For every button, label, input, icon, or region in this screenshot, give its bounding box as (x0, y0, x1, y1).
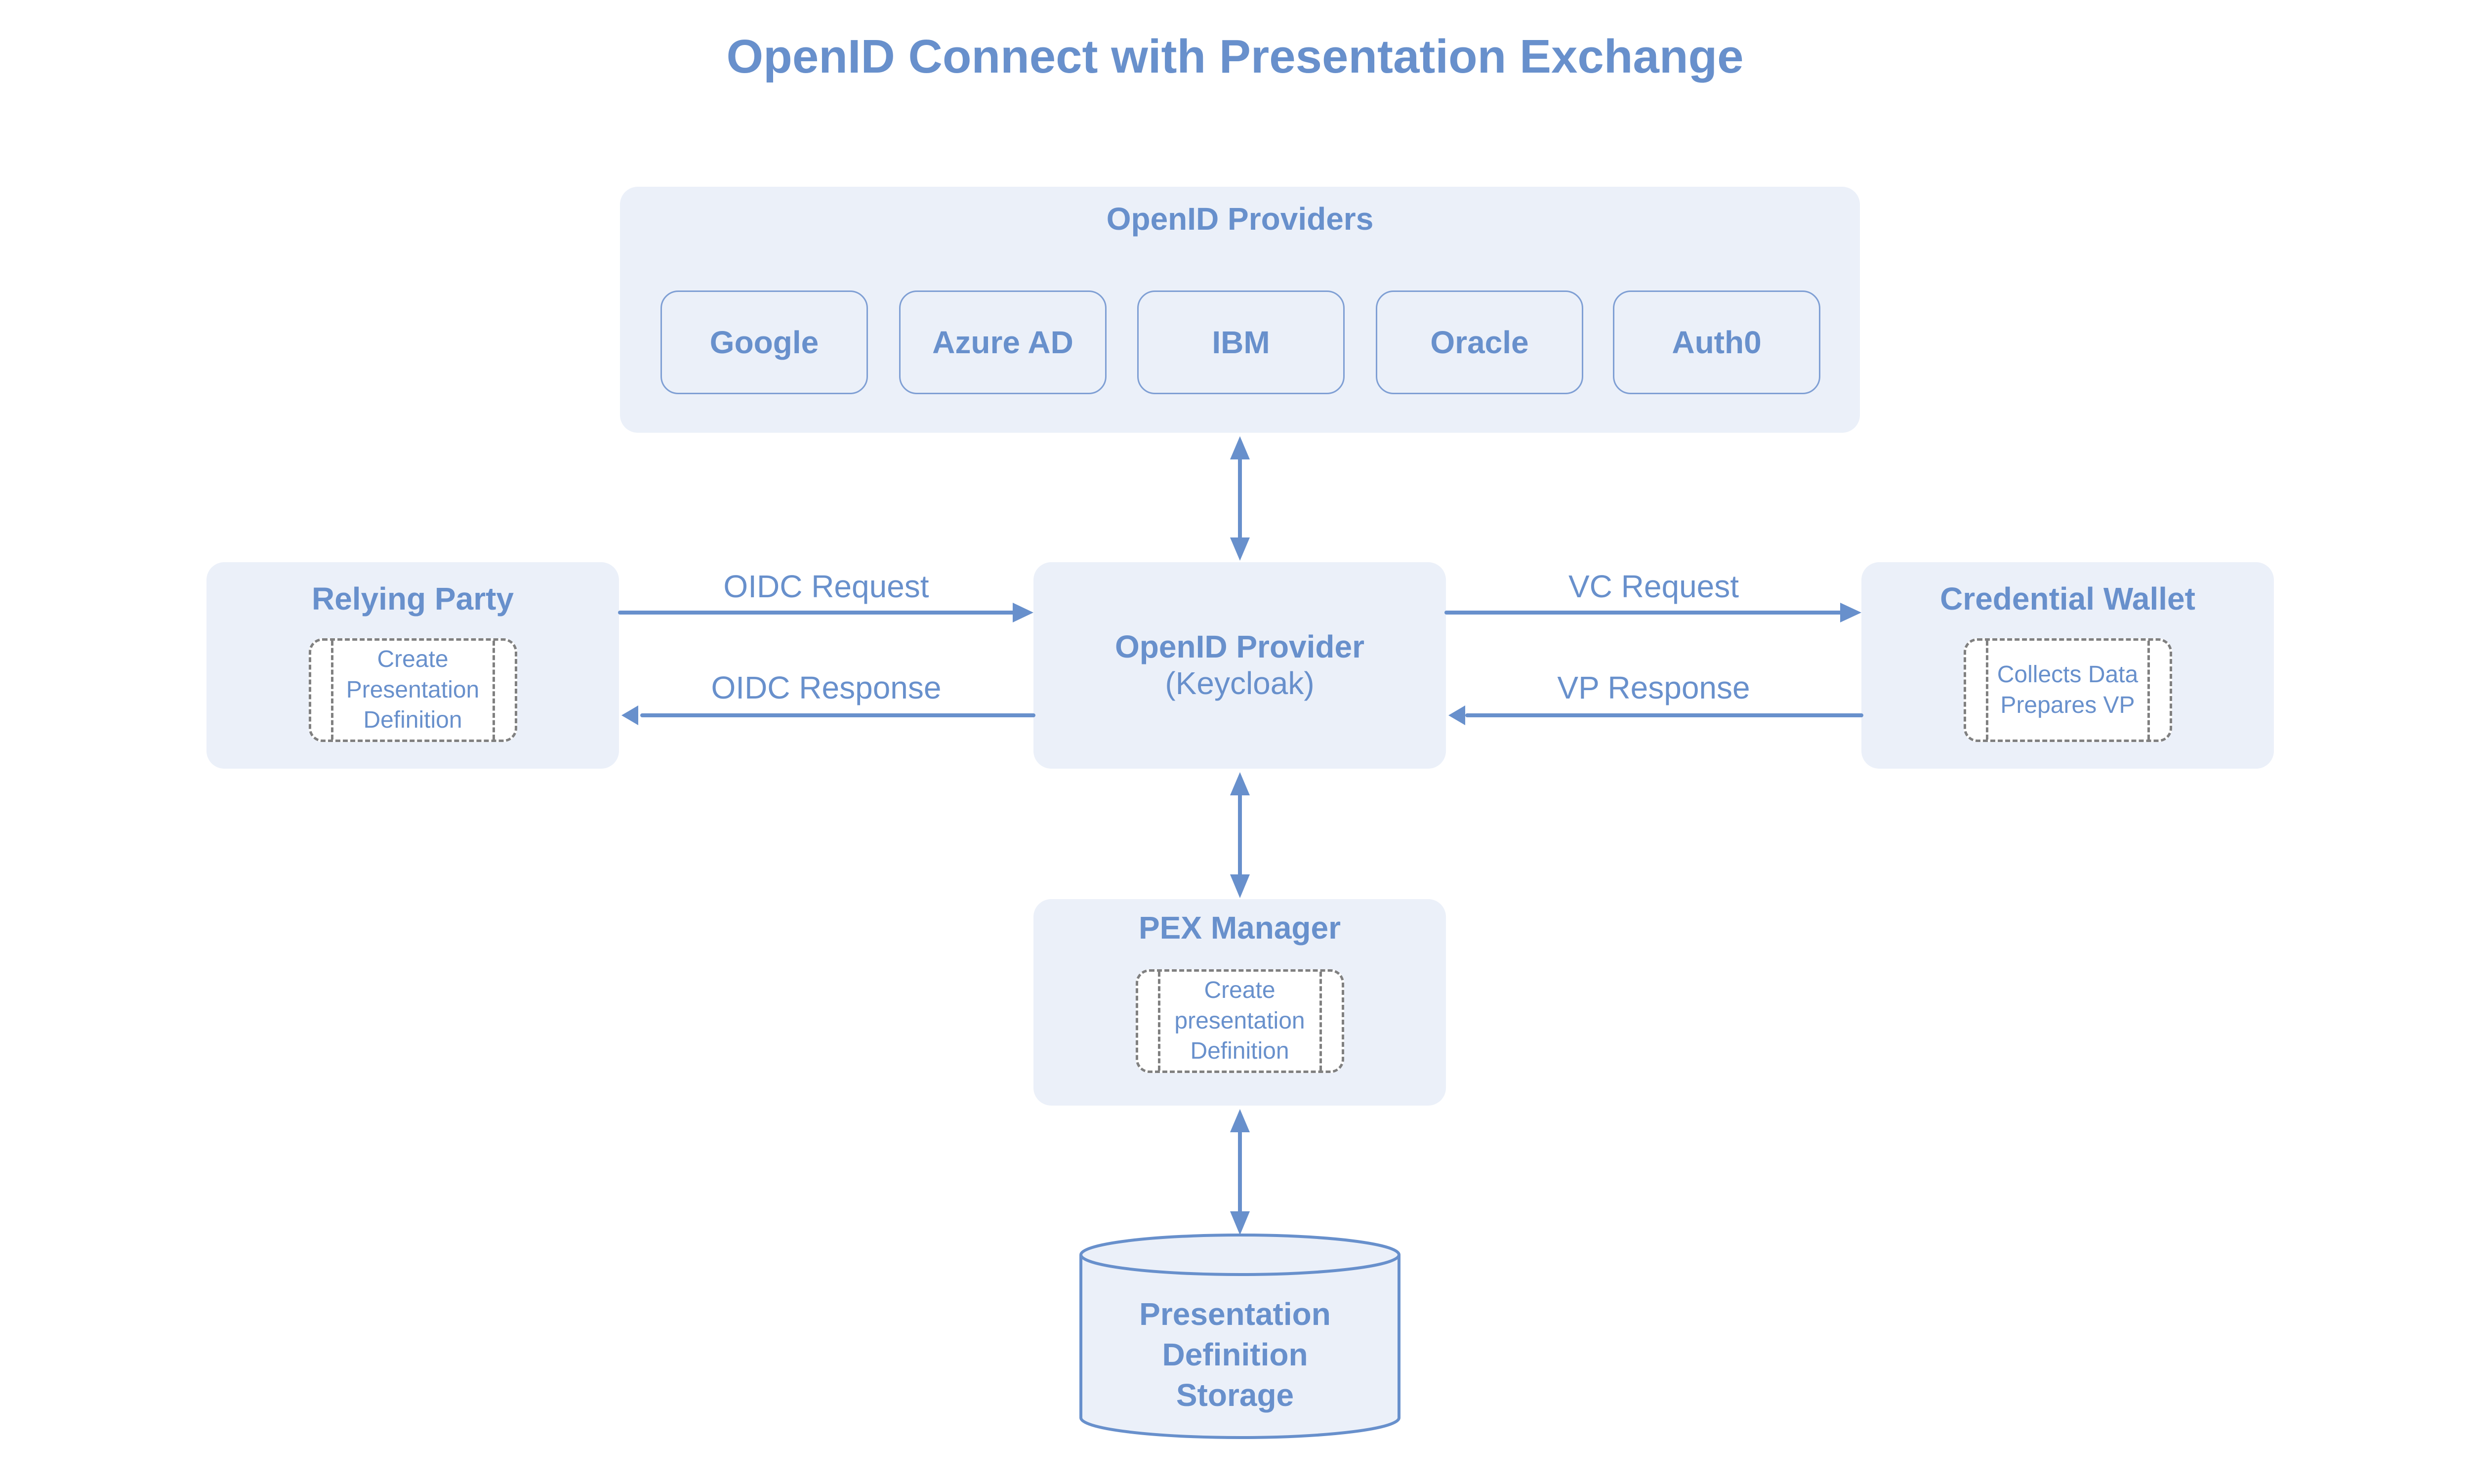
arrowhead-storage-down (1230, 1211, 1250, 1235)
arrowhead-pex-down (1230, 874, 1250, 898)
storage-label: Presentation Definition Storage (1087, 1294, 1383, 1416)
arrowhead-oidc-request (1013, 603, 1033, 622)
arrowhead-storage-up (1230, 1109, 1250, 1132)
connectors-layer (618, 436, 1863, 1439)
arrowhead-vp-response (1448, 705, 1465, 725)
storage-label-line: Storage (1176, 1377, 1294, 1413)
cylinder-top (1079, 1234, 1400, 1276)
storage-label-line: Presentation (1139, 1296, 1331, 1332)
arrowhead-providers-down (1230, 537, 1250, 561)
arrowhead-providers-up (1230, 436, 1250, 459)
arrowhead-vc-request (1840, 603, 1861, 622)
arrowhead-pex-up (1230, 772, 1250, 795)
storage-label-line: Definition (1162, 1336, 1308, 1372)
arrowhead-oidc-response (621, 705, 638, 725)
